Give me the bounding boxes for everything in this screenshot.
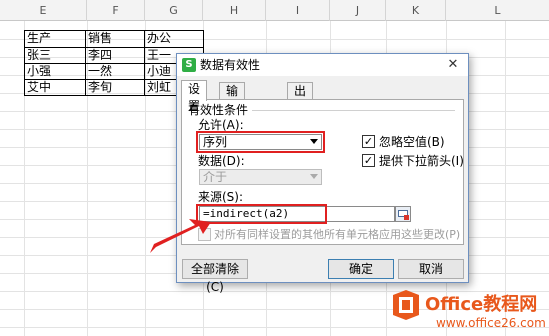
watermark-logo: Office教程网 www.office26.com [388,286,549,336]
watermark-brand: Office教程网 [425,294,538,315]
arrow-icon [150,219,211,253]
tab-settings[interactable]: 设置 [181,80,208,113]
watermark-url: www.office26.com [436,316,546,330]
office-logo-icon [393,290,419,320]
